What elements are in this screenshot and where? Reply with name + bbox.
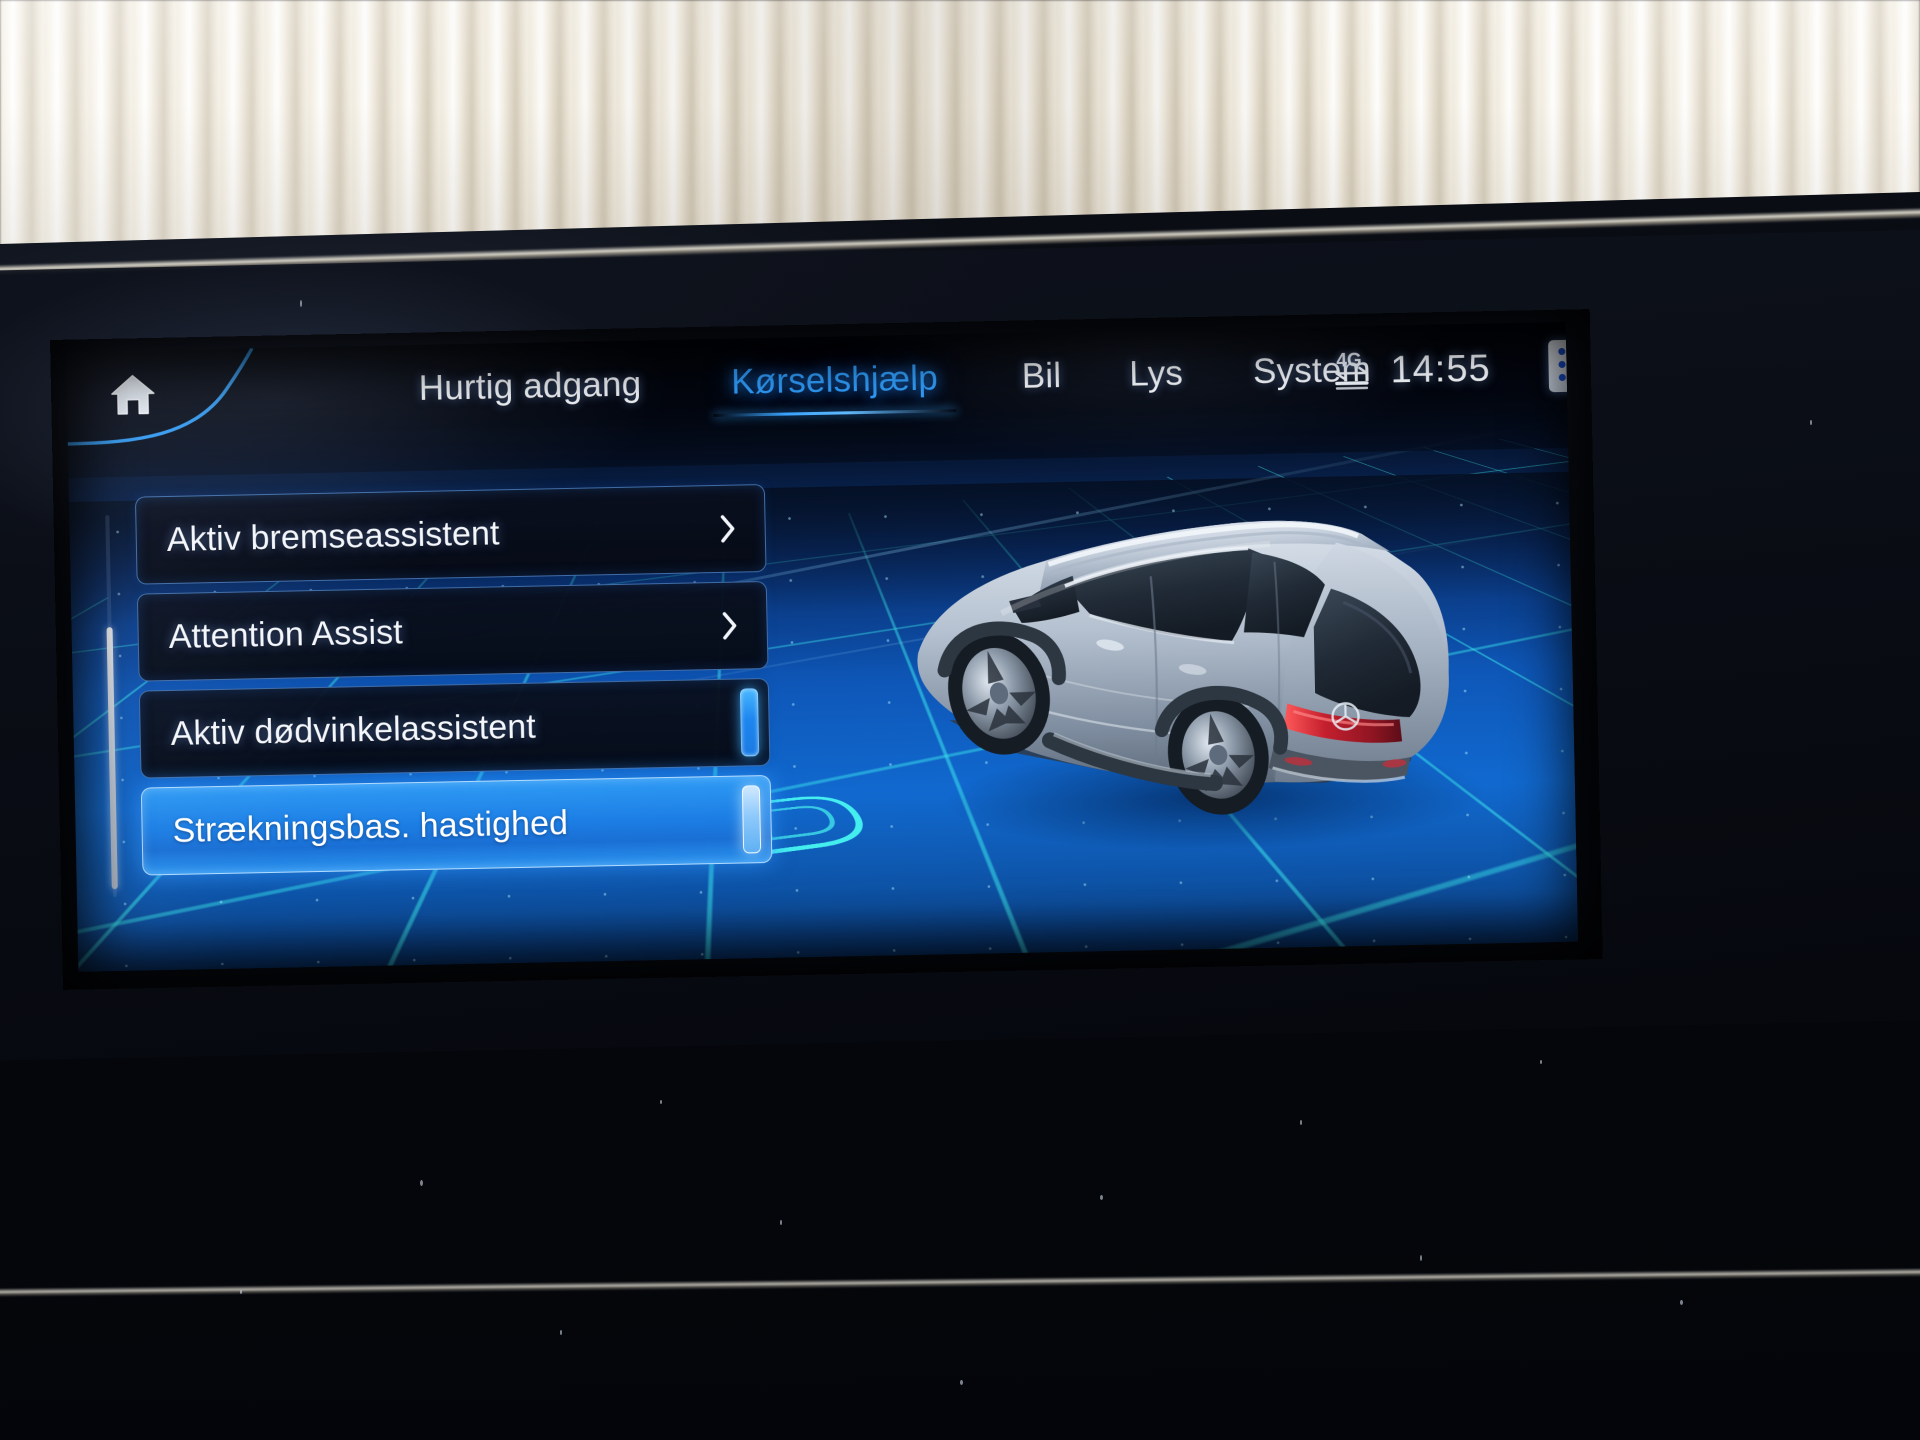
menu-dot <box>1558 373 1566 382</box>
menu-dot <box>1557 347 1565 356</box>
home-icon <box>111 374 155 415</box>
tab-lys[interactable]: Lys <box>1107 347 1206 411</box>
network-4g-icon: 4G <box>1332 349 1377 392</box>
tab-korselshjaelp[interactable]: Kørselshjælp <box>709 352 961 419</box>
list-item-aktiv-doedvinkelassistent[interactable]: Aktiv dødvinkelassistent <box>138 677 771 779</box>
photograph-of-car-infotainment-screen: Hurtig adgang Kørselshjælp Bil Lys Syste… <box>0 0 1920 1440</box>
list-item-label: Aktiv dødvinkelassistent <box>170 707 537 753</box>
chevron-right-icon <box>720 611 739 641</box>
vehicle-render-mercedes-eqa <box>849 472 1577 886</box>
clock-time: 14:55 <box>1390 347 1492 392</box>
tab-hurtig-adgang[interactable]: Hurtig adgang <box>396 358 664 425</box>
toggle-indicator[interactable] <box>739 688 760 757</box>
list-item-straekningsbas-hastighed[interactable]: Strækningsbas. hastighed <box>140 774 773 876</box>
list-item-label: Aktiv bremseassistent <box>166 513 500 559</box>
tab-bil[interactable]: Bil <box>999 350 1084 414</box>
home-accent-curve <box>67 347 254 446</box>
mbux-infotainment-screen[interactable]: Hurtig adgang Kørselshjælp Bil Lys Syste… <box>66 321 1579 972</box>
menu-dot <box>1557 360 1566 369</box>
data-transfer-icon <box>1335 366 1369 390</box>
list-item-aktiv-bremseassistent[interactable]: Aktiv bremseassistent <box>134 484 767 585</box>
assistance-settings-list[interactable]: Aktiv bremseassistent Attention Assist A… <box>105 484 773 915</box>
toggle-indicator[interactable] <box>741 785 762 854</box>
chevron-right-icon <box>718 514 737 544</box>
list-item-label: Strækningsbas. hastighed <box>172 803 569 850</box>
status-indicators: 4G 14:55 <box>1332 347 1491 393</box>
list-items-container[interactable]: Aktiv bremseassistent Attention Assist A… <box>134 484 773 885</box>
home-button[interactable] <box>67 347 254 446</box>
list-item-attention-assist[interactable]: Attention Assist <box>136 580 769 682</box>
list-item-label: Attention Assist <box>168 612 404 656</box>
